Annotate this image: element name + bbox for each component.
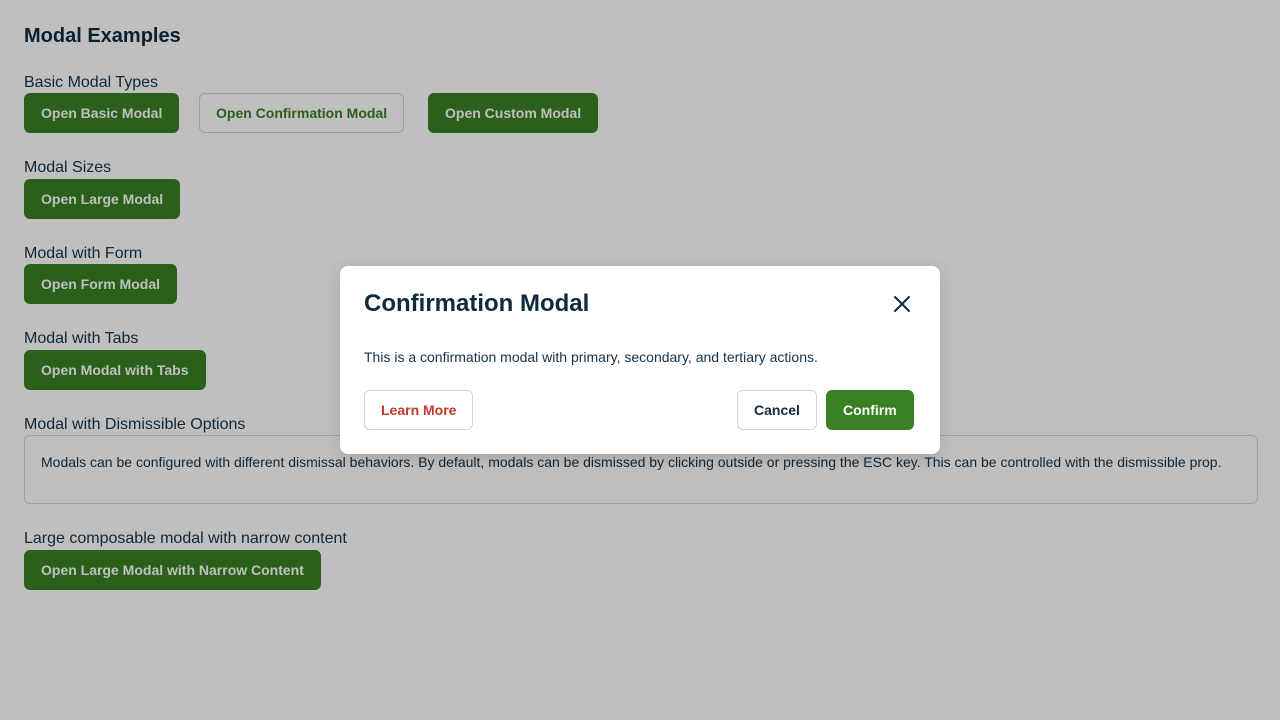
modal-body-text: This is a confirmation modal with primar… — [364, 349, 818, 365]
modal-title: Confirmation Modal — [364, 290, 590, 317]
close-button[interactable] — [888, 290, 916, 318]
learn-more-button[interactable]: Learn More — [364, 390, 474, 430]
close-icon — [894, 296, 910, 312]
cancel-button[interactable]: Cancel — [737, 390, 817, 430]
confirmation-modal: Confirmation Modal This is a confirmatio… — [340, 266, 940, 454]
confirm-button[interactable]: Confirm — [826, 390, 914, 430]
